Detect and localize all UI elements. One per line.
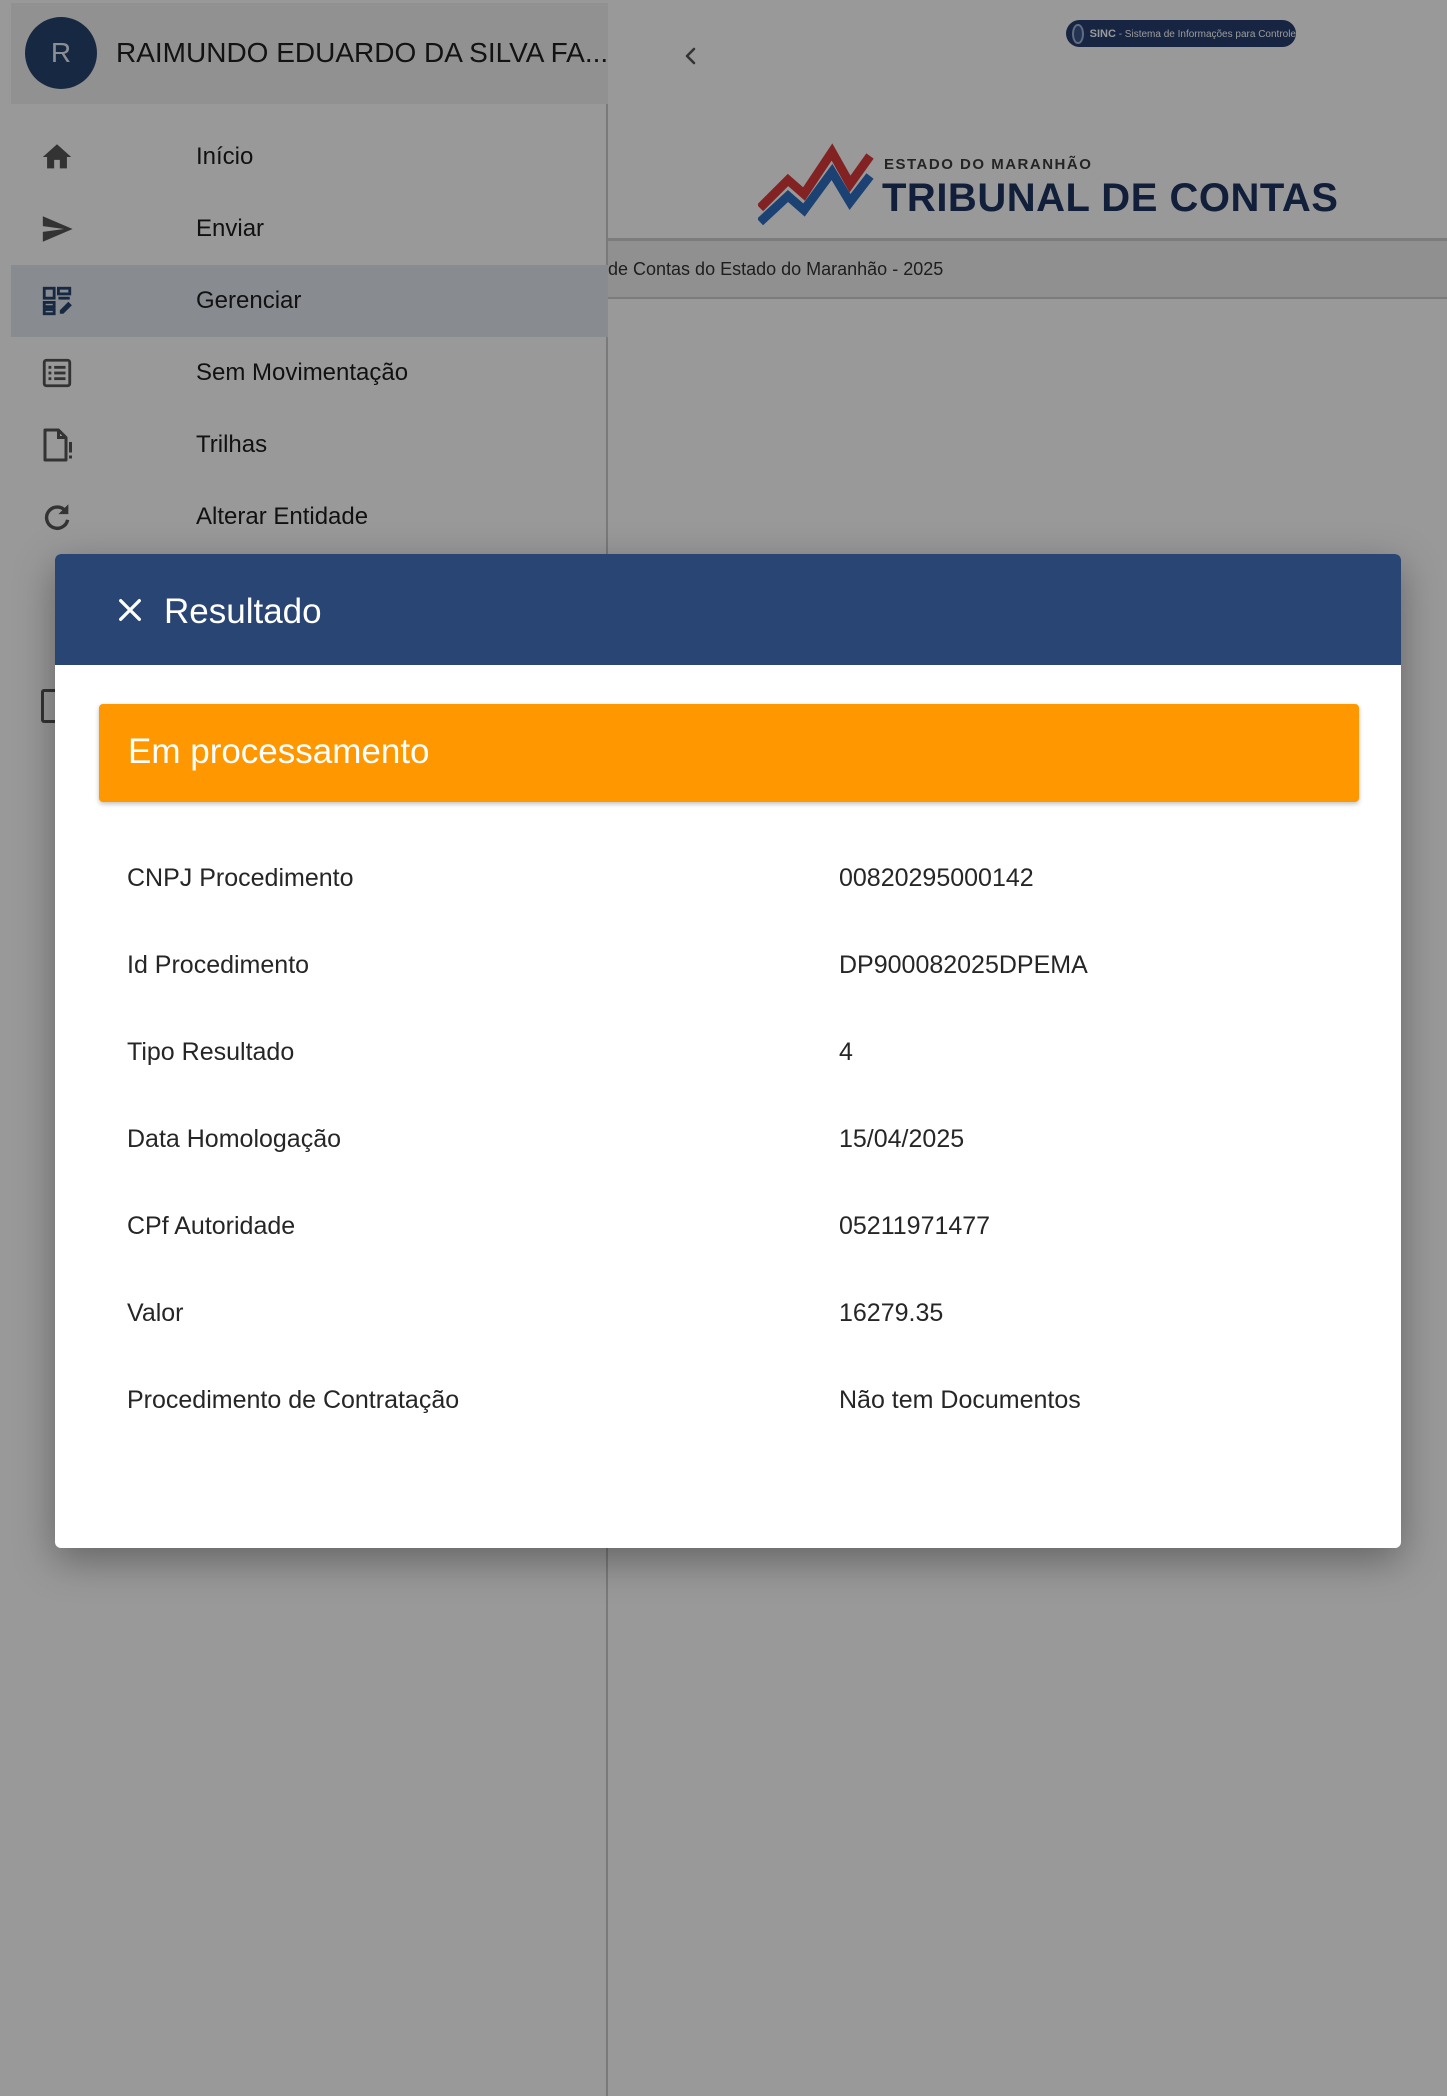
- detail-value: DP900082025DPEMA: [839, 951, 1088, 979]
- detail-value: 15/04/2025: [839, 1125, 965, 1153]
- detail-value: Não tem Documentos: [839, 1386, 1081, 1414]
- detail-value: 00820295000142: [839, 864, 1034, 892]
- detail-row: CNPJ Procedimento 00820295000142: [127, 864, 1327, 951]
- detail-label: Valor: [127, 1299, 184, 1327]
- dialog-header: Resultado: [55, 554, 1401, 665]
- close-button[interactable]: [114, 594, 146, 626]
- close-icon: [119, 599, 141, 621]
- dialog-title: Resultado: [164, 592, 322, 631]
- detail-label: CPf Autoridade: [127, 1212, 296, 1240]
- details-list: CNPJ Procedimento 00820295000142 Id Proc…: [127, 864, 1327, 1473]
- detail-value: 4: [839, 1038, 853, 1066]
- result-dialog: Resultado Em processamento CNPJ Procedim…: [55, 554, 1401, 1548]
- detail-label: Tipo Resultado: [127, 1038, 295, 1066]
- detail-value: 16279.35: [839, 1299, 944, 1327]
- detail-label: Id Procedimento: [127, 951, 310, 979]
- detail-label: CNPJ Procedimento: [127, 864, 354, 892]
- detail-label: Procedimento de Contratação: [127, 1386, 460, 1414]
- detail-label: Data Homologação: [127, 1125, 342, 1153]
- detail-value: 05211971477: [839, 1212, 991, 1240]
- detail-row: Tipo Resultado 4: [127, 1038, 1327, 1125]
- status-text: Em processamento: [128, 732, 430, 771]
- detail-row: Procedimento de Contratação Não tem Docu…: [127, 1386, 1327, 1473]
- detail-row: Valor 16279.35: [127, 1299, 1327, 1386]
- detail-row: Data Homologação 15/04/2025: [127, 1125, 1327, 1212]
- detail-row: Id Procedimento DP900082025DPEMA: [127, 951, 1327, 1038]
- detail-row: CPf Autoridade 05211971477: [127, 1212, 1327, 1299]
- status-banner: Em processamento: [99, 704, 1359, 802]
